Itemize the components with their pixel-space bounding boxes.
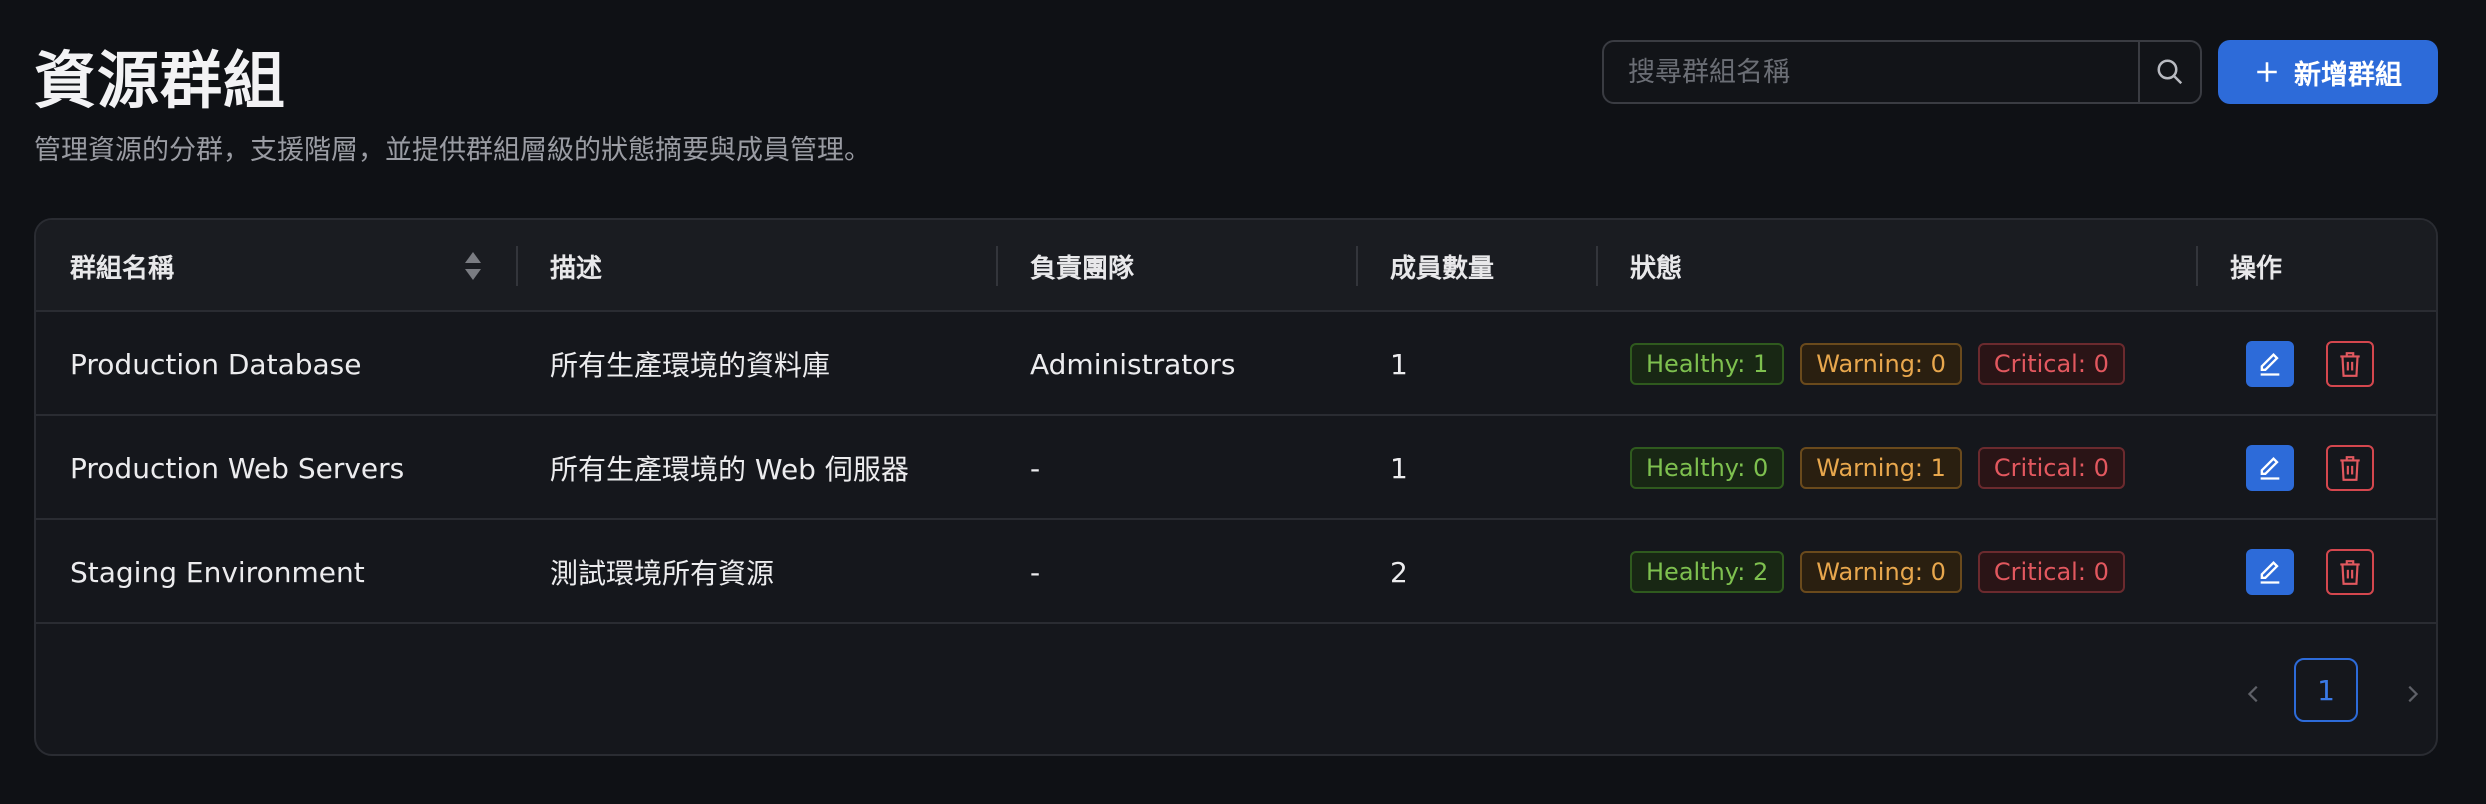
table-row: Staging Environment 測試環境所有資源 - 2 Healthy… [36,520,2436,624]
group-name: Production Web Servers [70,451,405,485]
search-icon [2157,59,2183,85]
column-divider [516,246,518,286]
status-badges: Healthy: 0 Warning: 1 Critical: 0 [1630,416,2125,520]
edit-icon [2260,457,2280,480]
add-group-label: 新增群組 [2294,59,2402,91]
trash-icon [2340,560,2360,585]
delete-button[interactable] [2326,341,2374,387]
search-button[interactable] [2138,42,2200,102]
group-name: Production Database [70,347,362,381]
critical-badge: Critical: 0 [1977,551,2125,593]
chevron-left-icon [2247,685,2258,703]
search-input[interactable] [1604,42,2138,102]
search-box [1602,40,2202,104]
trash-icon [2340,456,2360,481]
group-team: - [1030,555,1041,589]
group-description: 所有生產環境的 Web 伺服器 [550,453,909,486]
critical-badge: Critical: 0 [1977,447,2125,489]
group-name: Staging Environment [70,555,365,589]
pagination-next-button[interactable] [2392,674,2432,714]
col-header-description: 描述 [550,253,603,284]
edit-icon [2260,561,2280,584]
column-divider [1596,246,1598,286]
column-divider [996,246,998,286]
sort-icon[interactable] [464,250,482,282]
table-row: Production Database 所有生產環境的資料庫 Administr… [36,312,2436,416]
group-members: 1 [1390,347,1408,381]
delete-button[interactable] [2326,549,2374,595]
pagination-prev-button[interactable] [2234,674,2274,714]
warning-badge: Warning: 0 [1800,551,1962,593]
page-title: 資源群組 [34,44,287,117]
trash-icon [2340,352,2360,377]
chevron-right-icon [2408,685,2419,703]
healthy-badge: Healthy: 0 [1630,447,1785,489]
edit-icon [2260,353,2280,376]
status-badges: Healthy: 2 Warning: 0 Critical: 0 [1630,520,2125,624]
column-divider [2196,246,2198,286]
resource-groups-page: 資源群組 管理資源的分群，支援階層，並提供群組層級的狀態摘要與成員管理。 新增群… [0,0,2486,804]
col-header-actions: 操作 [2230,253,2283,284]
col-header-team: 負責團隊 [1030,253,1135,284]
status-badges: Healthy: 1 Warning: 0 Critical: 0 [1630,312,2125,416]
add-group-button[interactable]: 新增群組 [2218,40,2438,104]
col-header-status: 狀態 [1630,253,1683,284]
column-divider [1356,246,1358,286]
group-description: 所有生產環境的資料庫 [550,349,831,382]
group-team: - [1030,451,1041,485]
group-team: Administrators [1030,347,1236,381]
group-description: 測試環境所有資源 [550,557,775,590]
group-members: 1 [1390,451,1408,485]
healthy-badge: Healthy: 1 [1630,343,1785,385]
col-header-members: 成員數量 [1390,253,1495,284]
warning-badge: Warning: 1 [1800,447,1962,489]
edit-button[interactable] [2246,445,2294,491]
plus-icon [2257,62,2277,82]
warning-badge: Warning: 0 [1800,343,1962,385]
pagination-page-1[interactable]: 1 [2294,658,2358,722]
table-header: 群組名稱 描述 負責團隊 成員數量 狀態 操作 [36,220,2436,312]
edit-button[interactable] [2246,341,2294,387]
page-subtitle: 管理資源的分群，支援階層，並提供群組層級的狀態摘要與成員管理。 [34,135,871,166]
edit-button[interactable] [2246,549,2294,595]
delete-button[interactable] [2326,445,2374,491]
group-members: 2 [1390,555,1408,589]
col-header-name[interactable]: 群組名稱 [70,220,174,312]
groups-table: 群組名稱 描述 負責團隊 成員數量 狀態 操作 Production Datab… [34,218,2438,756]
critical-badge: Critical: 0 [1977,343,2125,385]
healthy-badge: Healthy: 2 [1630,551,1785,593]
table-row: Production Web Servers 所有生產環境的 Web 伺服器 -… [36,416,2436,520]
